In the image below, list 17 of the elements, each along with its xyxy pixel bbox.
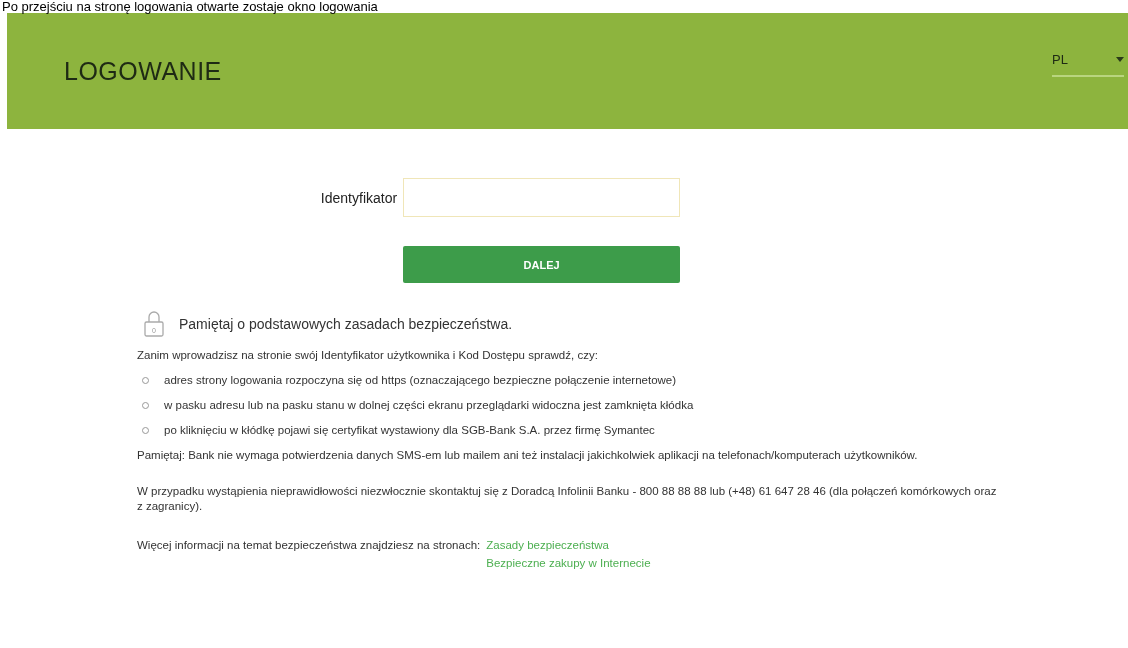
intro-text: Zanim wprowadzisz na stronie swój Identyfikator użytkownika i Kod Dostępu sprawdź, czy:: [137, 348, 599, 363]
identifier-field[interactable]: [403, 178, 681, 217]
next-button[interactable]: DALEJ: [403, 246, 681, 283]
more-info-text: Więcej informacji na temat bezpieczeństwa znajdziesz na stronach:: [137, 538, 481, 553]
language-select[interactable]: PL: [1052, 51, 1124, 77]
bullet-text: w pasku adresu lub na pasku stanu w dolnej części ekranu przeglądarki widoczna jest zamknięta kłódka: [164, 398, 694, 413]
bullet-text: po kliknięciu w kłódkę pojawi się certyfikat wystawiony dla SGB-Bank S.A. przez firmę Symantec: [164, 423, 655, 438]
caret-icon: [1116, 56, 1124, 62]
caption: Po przejściu na stronę logowania otwarte zostaje okno logowania: [1, 0, 379, 13]
field-label: Identyfikator: [320, 189, 398, 208]
link[interactable]: Bezpieczne zakupy w Internecie: [486, 554, 651, 572]
security-heading: Pamiętaj o podstawowych zasadach bezpieczeństwa.: [179, 316, 513, 332]
note-text: Pamiętaj: Bank nie wymaga potwierdzenia danych SMS-em lub mailem ani też instalacji jakichkolwiek aplikacji na telefonach/komputerach użytkowników.: [137, 448, 919, 463]
link[interactable]: Zasady bezpieczeństwa: [486, 536, 651, 554]
bullet-text: adres strony logowania rozpoczyna się od https (oznaczającego bezpieczne połączenie internetowe): [164, 373, 677, 388]
contact-text: W przypadku wystąpienia nieprawidłowości niezwłocznie skontaktuj się z Doradcą Infolinii Banku - 800 88 88 88 lub (+48) 61 647 28 46 (dla połączeń komórkowych oraz z zagranicy).: [137, 484, 997, 514]
page-title: LOGOWANIE: [64, 56, 222, 86]
